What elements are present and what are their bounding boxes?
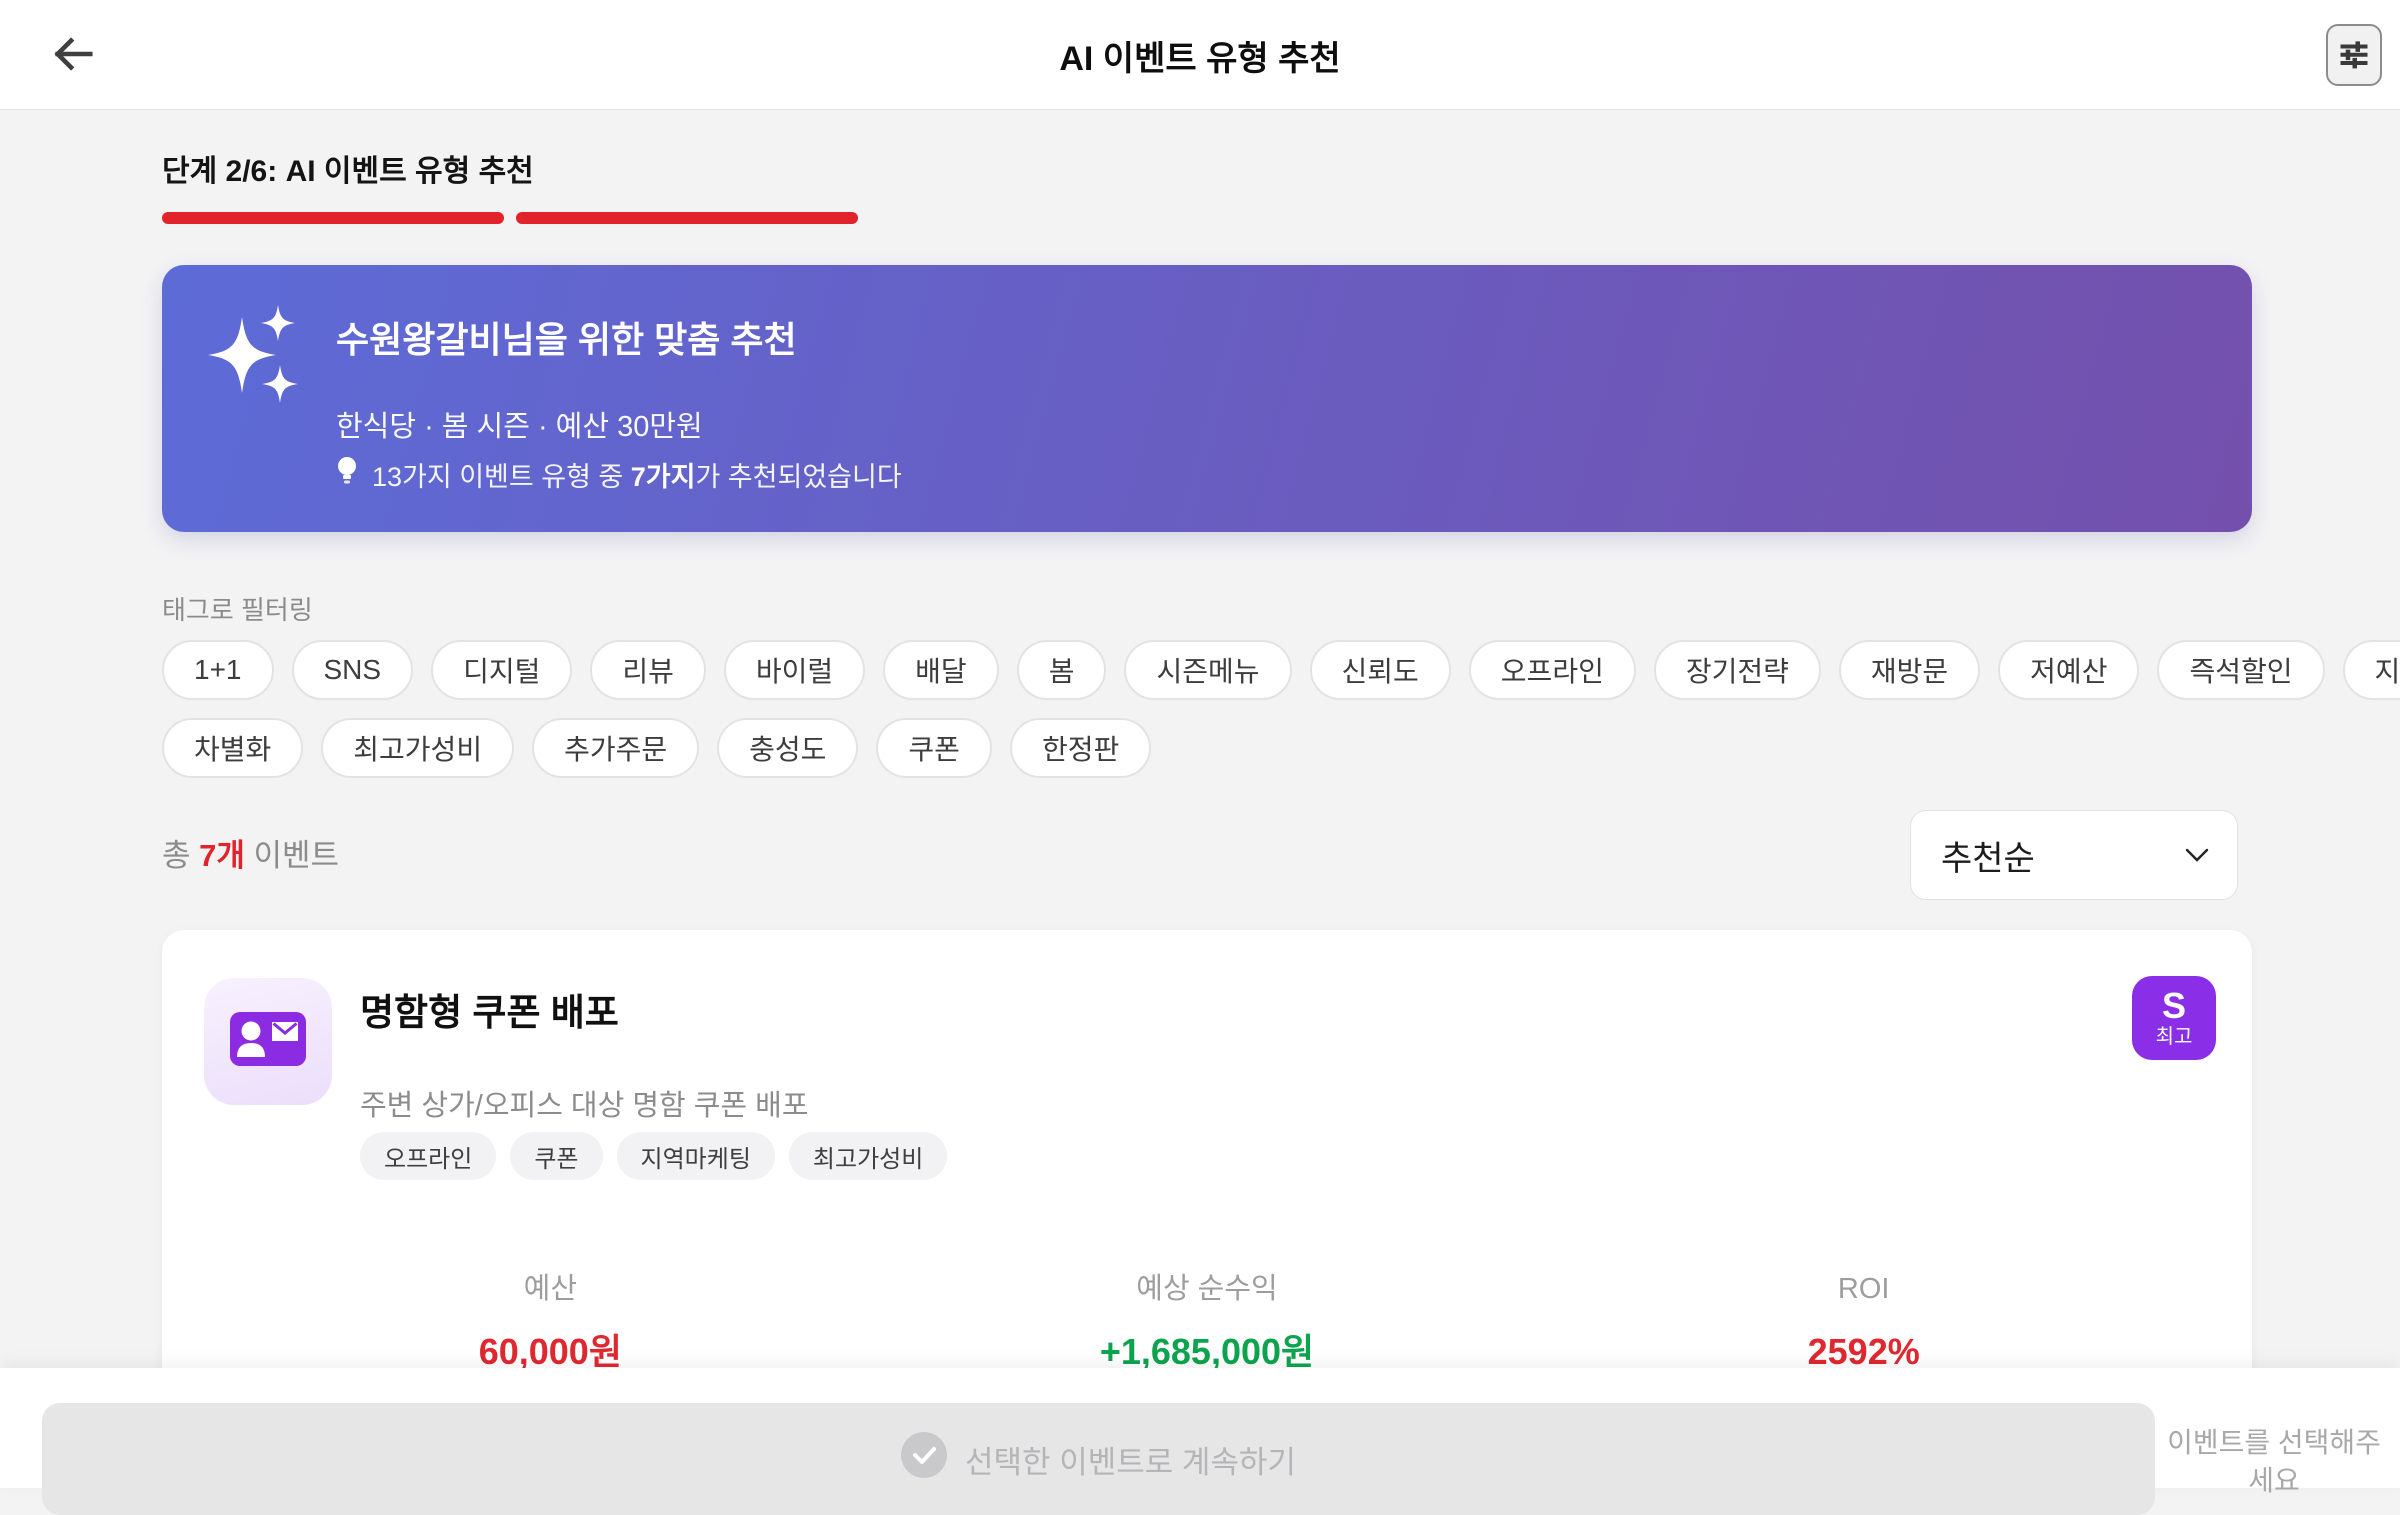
event-card[interactable]: 명함형 쿠폰 배포 S 최고 주변 상가/오피스 대상 명함 쿠폰 배포 오프라… [162, 930, 2252, 1400]
filter-tag-row: 1+1SNS디지털리뷰바이럴배달봄시즌메뉴신뢰도오프라인장기전략재방문저예산즉석… [162, 640, 2262, 700]
continue-button-label: 선택한 이벤트로 계속하기 [965, 1437, 1296, 1482]
filter-tag-pill[interactable]: 시즌메뉴 [1124, 640, 1291, 700]
progress-segment [162, 212, 504, 224]
banner-subtitle: 한식당 · 봄 시즌 · 예산 30만원 [336, 403, 703, 445]
filter-tag-pill[interactable]: 지역마케팅 [2343, 640, 2400, 700]
filter-tag-pill[interactable]: 재방문 [1839, 640, 1980, 700]
step-label: 단계 2/6: AI 이벤트 유형 추천 [162, 146, 534, 190]
filter-tag-pill[interactable]: 저예산 [1998, 640, 2139, 700]
bottom-bar: 선택한 이벤트로 계속하기 이벤트를 선택해주세요 [0, 1368, 2400, 1488]
ai-recommendation-banner: 수원왕갈비님을 위한 맞춤 추천 한식당 · 봄 시즌 · 예산 30만원 13… [162, 265, 2252, 532]
sparkles-icon [206, 303, 318, 420]
event-tag: 쿠폰 [510, 1132, 602, 1180]
header-filter-button[interactable] [2326, 24, 2382, 86]
tag-filter-label: 태그로 필터링 [162, 590, 313, 627]
filter-tag-pill[interactable]: 즉석할인 [2157, 640, 2324, 700]
progress-bar [162, 212, 858, 224]
event-description: 주변 상가/오피스 대상 명함 쿠폰 배포 [360, 1082, 809, 1124]
filter-tag-pill[interactable]: 쿠폰 [876, 718, 992, 778]
filter-tag-pill[interactable]: 1+1 [162, 640, 274, 700]
progress-segment [516, 212, 858, 224]
sort-dropdown[interactable]: 추천순 [1910, 810, 2238, 900]
stat-label: 예상 순수익 [879, 1272, 1536, 1306]
grade-letter: S [2162, 987, 2186, 1025]
filter-tag-pill[interactable]: 신뢰도 [1310, 640, 1451, 700]
filter-tag-pill[interactable]: 한정판 [1010, 718, 1151, 778]
event-count: 총 7개 이벤트 [162, 838, 339, 874]
banner-title: 수원왕갈비님을 위한 맞춤 추천 [336, 311, 797, 363]
banner-note-text: 13가지 이벤트 유형 중 7가지가 추천되었습니다 [372, 455, 902, 494]
lightbulb-icon [336, 455, 358, 494]
stat-column: 예산60,000원 [222, 1272, 879, 1374]
filter-tag-pill[interactable]: SNS [292, 640, 414, 700]
chevron-down-icon [2183, 845, 2211, 870]
event-count-number: 7개 [199, 838, 245, 873]
stat-column: 예상 순수익+1,685,000원 [879, 1272, 1536, 1374]
filter-tag-pill[interactable]: 바이럴 [724, 640, 865, 700]
filter-tag-pill[interactable]: 리뷰 [590, 640, 706, 700]
sliders-icon [2336, 36, 2372, 75]
stat-label: 예산 [222, 1272, 879, 1306]
event-tag: 오프라인 [360, 1132, 496, 1180]
filter-tag-pill[interactable]: 추가주문 [532, 718, 699, 778]
page-title: AI 이벤트 유형 추천 [0, 0, 2400, 110]
event-tag: 최고가성비 [789, 1132, 947, 1180]
filter-tag-row: 차별화 최고가성비 추가주문 충성도 쿠폰 한정판 [162, 718, 2262, 778]
stat-label: ROI [1535, 1272, 2192, 1306]
filter-tag-pill[interactable]: 장기전략 [1654, 640, 1821, 700]
event-tag-list: 오프라인 쿠폰 지역마케팅 최고가성비 [360, 1132, 947, 1180]
header: AI 이벤트 유형 추천 [0, 0, 2400, 110]
tag-filter-list: 1+1SNS디지털리뷰바이럴배달봄시즌메뉴신뢰도오프라인장기전략재방문저예산즉석… [162, 640, 2262, 796]
filter-tag-pill[interactable]: 디지털 [431, 640, 572, 700]
event-stats: 예산60,000원예상 순수익+1,685,000원ROI2592% [222, 1272, 2192, 1374]
filter-tag-pill[interactable]: 충성도 [717, 718, 858, 778]
grade-label: 최고 [2156, 1025, 2193, 1049]
filter-tag-pill[interactable]: 오프라인 [1469, 640, 1636, 700]
filter-tag-pill[interactable]: 최고가성비 [321, 718, 514, 778]
filter-tag-pill[interactable]: 차별화 [162, 718, 303, 778]
banner-note: 13가지 이벤트 유형 중 7가지가 추천되었습니다 [336, 455, 902, 494]
contact-card-icon [230, 1012, 306, 1071]
event-title: 명함형 쿠폰 배포 [360, 982, 619, 1036]
filter-tag-pill[interactable]: 배달 [883, 640, 999, 700]
filter-tag-pill[interactable]: 봄 [1017, 640, 1107, 700]
event-tag: 지역마케팅 [617, 1132, 775, 1180]
continue-button[interactable]: 선택한 이벤트로 계속하기 [42, 1403, 2155, 1515]
sort-selected-value: 추천순 [1941, 831, 2035, 880]
stat-column: ROI2592% [1535, 1272, 2192, 1374]
selection-hint: 이벤트를 선택해주세요 [2160, 1424, 2388, 1500]
grade-badge: S 최고 [2132, 976, 2216, 1060]
check-circle-icon [901, 1432, 947, 1486]
event-icon-tile [204, 978, 332, 1105]
